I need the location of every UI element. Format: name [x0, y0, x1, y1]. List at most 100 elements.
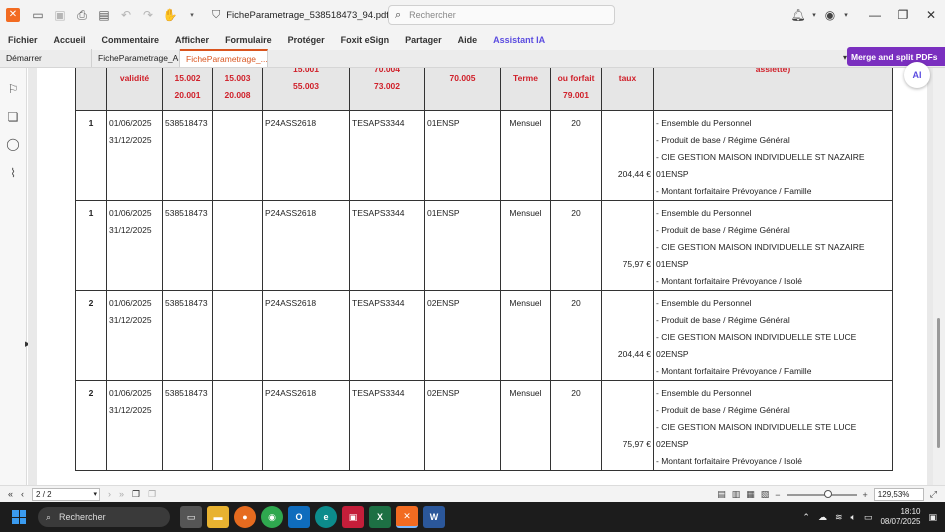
- scrollbar-thumb[interactable]: [937, 318, 940, 448]
- battery-icon[interactable]: ▭: [864, 512, 873, 523]
- account-icon[interactable]: ◉: [819, 8, 841, 22]
- task-view-icon[interactable]: ▭: [180, 506, 202, 528]
- pdf-app-icon[interactable]: ▣: [342, 506, 364, 528]
- cloud-icon[interactable]: ☁: [818, 512, 827, 523]
- volume-icon[interactable]: 🔈︎: [851, 512, 856, 523]
- chevron-down-icon[interactable]: ▾: [184, 7, 200, 23]
- description-line: - CIE GESTION MAISON INDIVIDUELLE ST NAZ…: [656, 152, 865, 162]
- copy-page-icon[interactable]: ❐: [132, 489, 140, 500]
- undo-icon[interactable]: ↶: [118, 7, 134, 23]
- fullscreen-icon[interactable]: ⤢: [930, 489, 937, 500]
- clock[interactable]: 18:10 08/07/2025: [880, 507, 920, 527]
- open-folder-icon[interactable]: ▭: [30, 7, 46, 23]
- excel-icon[interactable]: X: [369, 506, 391, 528]
- taskbar-search[interactable]: ⌕ Rechercher: [38, 507, 170, 527]
- menu-aide[interactable]: Aide: [458, 35, 478, 45]
- close-button[interactable]: ✕: [917, 8, 945, 22]
- row-number-cell-text: 2: [88, 388, 94, 398]
- single-page-view-icon[interactable]: ▤: [717, 489, 726, 500]
- menu-accueil[interactable]: Accueil: [54, 35, 86, 45]
- zoom-field[interactable]: 129,53%: [873, 488, 924, 501]
- menu-afficher[interactable]: Afficher: [175, 35, 209, 45]
- menu-fichier[interactable]: Fichier: [8, 35, 38, 45]
- menu-partager[interactable]: Partager: [405, 35, 442, 45]
- menu-assistant-ia[interactable]: Assistant IA: [493, 35, 545, 45]
- ai-assistant-icon[interactable]: AI: [904, 62, 930, 88]
- row-number-cell: 1: [75, 110, 107, 201]
- taux-cell-text: 204,44 €: [617, 169, 651, 179]
- header-cell: Codetaux: [601, 68, 654, 111]
- description-line: - Ensemble du Personnel: [656, 118, 752, 128]
- chevron-up-icon[interactable]: ⌃: [802, 512, 810, 523]
- taux-cell: 75,97 €: [601, 380, 654, 471]
- bookmark-icon[interactable]: ⚐: [6, 82, 20, 96]
- paste-icon[interactable]: ▤: [96, 7, 112, 23]
- zoom-slider[interactable]: [786, 489, 857, 498]
- chevron-down-icon[interactable]: ▾: [809, 11, 819, 19]
- outlook-icon[interactable]: O: [288, 506, 310, 528]
- tab-demarrer[interactable]: Démarrer: [0, 49, 92, 67]
- row-number-cell-text: 1: [88, 208, 94, 218]
- zoom-out-icon[interactable]: −: [775, 490, 780, 500]
- chevron-down-icon[interactable]: ▾: [841, 11, 851, 19]
- contract-cell-text: P24ASS2618: [265, 118, 317, 128]
- vertical-scrollbar[interactable]: [933, 68, 945, 485]
- continuous-view-icon[interactable]: ▥: [732, 489, 741, 500]
- print-icon[interactable]: ⎙: [74, 7, 90, 23]
- tab-label: FicheParametrage_...: [186, 54, 268, 64]
- taux-cell: 204,44 €: [601, 290, 654, 381]
- foxit-taskbar-icon[interactable]: ✕: [396, 506, 418, 528]
- tab-label: FicheParametrage_ASW...: [98, 53, 179, 63]
- windows-start-icon[interactable]: [12, 510, 26, 524]
- header-text: taux: [618, 73, 637, 83]
- maximize-button[interactable]: ❐: [889, 8, 917, 22]
- previous-page-icon[interactable]: ‹: [21, 489, 24, 499]
- save-icon[interactable]: ▣: [52, 7, 68, 23]
- organisme-cell: 538518473: [162, 290, 213, 381]
- hand-tool-icon[interactable]: ✋: [162, 7, 178, 23]
- edge-icon[interactable]: e: [315, 506, 337, 528]
- minimize-button[interactable]: —: [861, 8, 889, 22]
- wifi-icon[interactable]: ≋: [835, 512, 843, 523]
- attachment-icon[interactable]: ⌇: [6, 166, 20, 180]
- word-icon[interactable]: W: [423, 506, 445, 528]
- menu-proteger[interactable]: Protéger: [288, 35, 325, 45]
- pages-icon[interactable]: ❏: [6, 110, 20, 124]
- menu-formulaire[interactable]: Formulaire: [225, 35, 272, 45]
- chrome-icon[interactable]: ◉: [261, 506, 283, 528]
- terme-cell-text: Mensuel: [509, 298, 542, 308]
- tab-document-1[interactable]: FicheParametrage_ASW...: [92, 49, 180, 67]
- bell-icon[interactable]: 🔔︎: [787, 8, 809, 22]
- redo-icon[interactable]: ↷: [140, 7, 156, 23]
- population-cell: 02ENSP: [424, 380, 501, 471]
- firefox-icon[interactable]: ●: [234, 506, 256, 528]
- merge-split-button[interactable]: Merge and split PDFs: [847, 47, 945, 66]
- pdf-page: ..devaliditéorganisme15.00220.001catégor…: [37, 68, 927, 485]
- next-page-icon[interactable]: ›: [108, 489, 111, 499]
- menu-esign[interactable]: Foxit eSign: [341, 35, 390, 45]
- two-page-icon[interactable]: ❐: [148, 489, 156, 500]
- last-page-icon[interactable]: »: [119, 489, 124, 499]
- validity-cell-text: 31/12/2025: [109, 225, 152, 235]
- shield-icon: ⛉: [212, 8, 221, 21]
- organisme-cell: 538518473: [162, 110, 213, 201]
- notifications-icon[interactable]: ▣: [928, 512, 937, 523]
- page-number: 2 / 2: [36, 489, 52, 499]
- base-cell-text: 20: [571, 118, 581, 128]
- first-page-icon[interactable]: «: [8, 489, 13, 499]
- cover-view-icon[interactable]: ▧: [761, 489, 770, 500]
- product-cell: TESAPS3344: [349, 380, 425, 471]
- menu-commentaire[interactable]: Commentaire: [102, 35, 160, 45]
- tab-document-2[interactable]: FicheParametrage_...✕: [180, 49, 268, 67]
- file-explorer-icon[interactable]: ▬: [207, 506, 229, 528]
- zoom-slider-knob[interactable]: [823, 489, 832, 498]
- page-number-field[interactable]: 2 / 2 ▾: [32, 487, 101, 501]
- facing-view-icon[interactable]: ▦: [746, 489, 755, 500]
- search-input[interactable]: ⌕ Rechercher: [388, 5, 615, 25]
- zoom-in-icon[interactable]: +: [863, 490, 868, 500]
- tab-label: Démarrer: [6, 53, 42, 63]
- comments-icon[interactable]: ◯: [6, 137, 20, 151]
- header-text: 20.008: [224, 90, 251, 100]
- organisme-cell: 538518473: [162, 200, 213, 291]
- row-number-cell: 2: [75, 290, 107, 381]
